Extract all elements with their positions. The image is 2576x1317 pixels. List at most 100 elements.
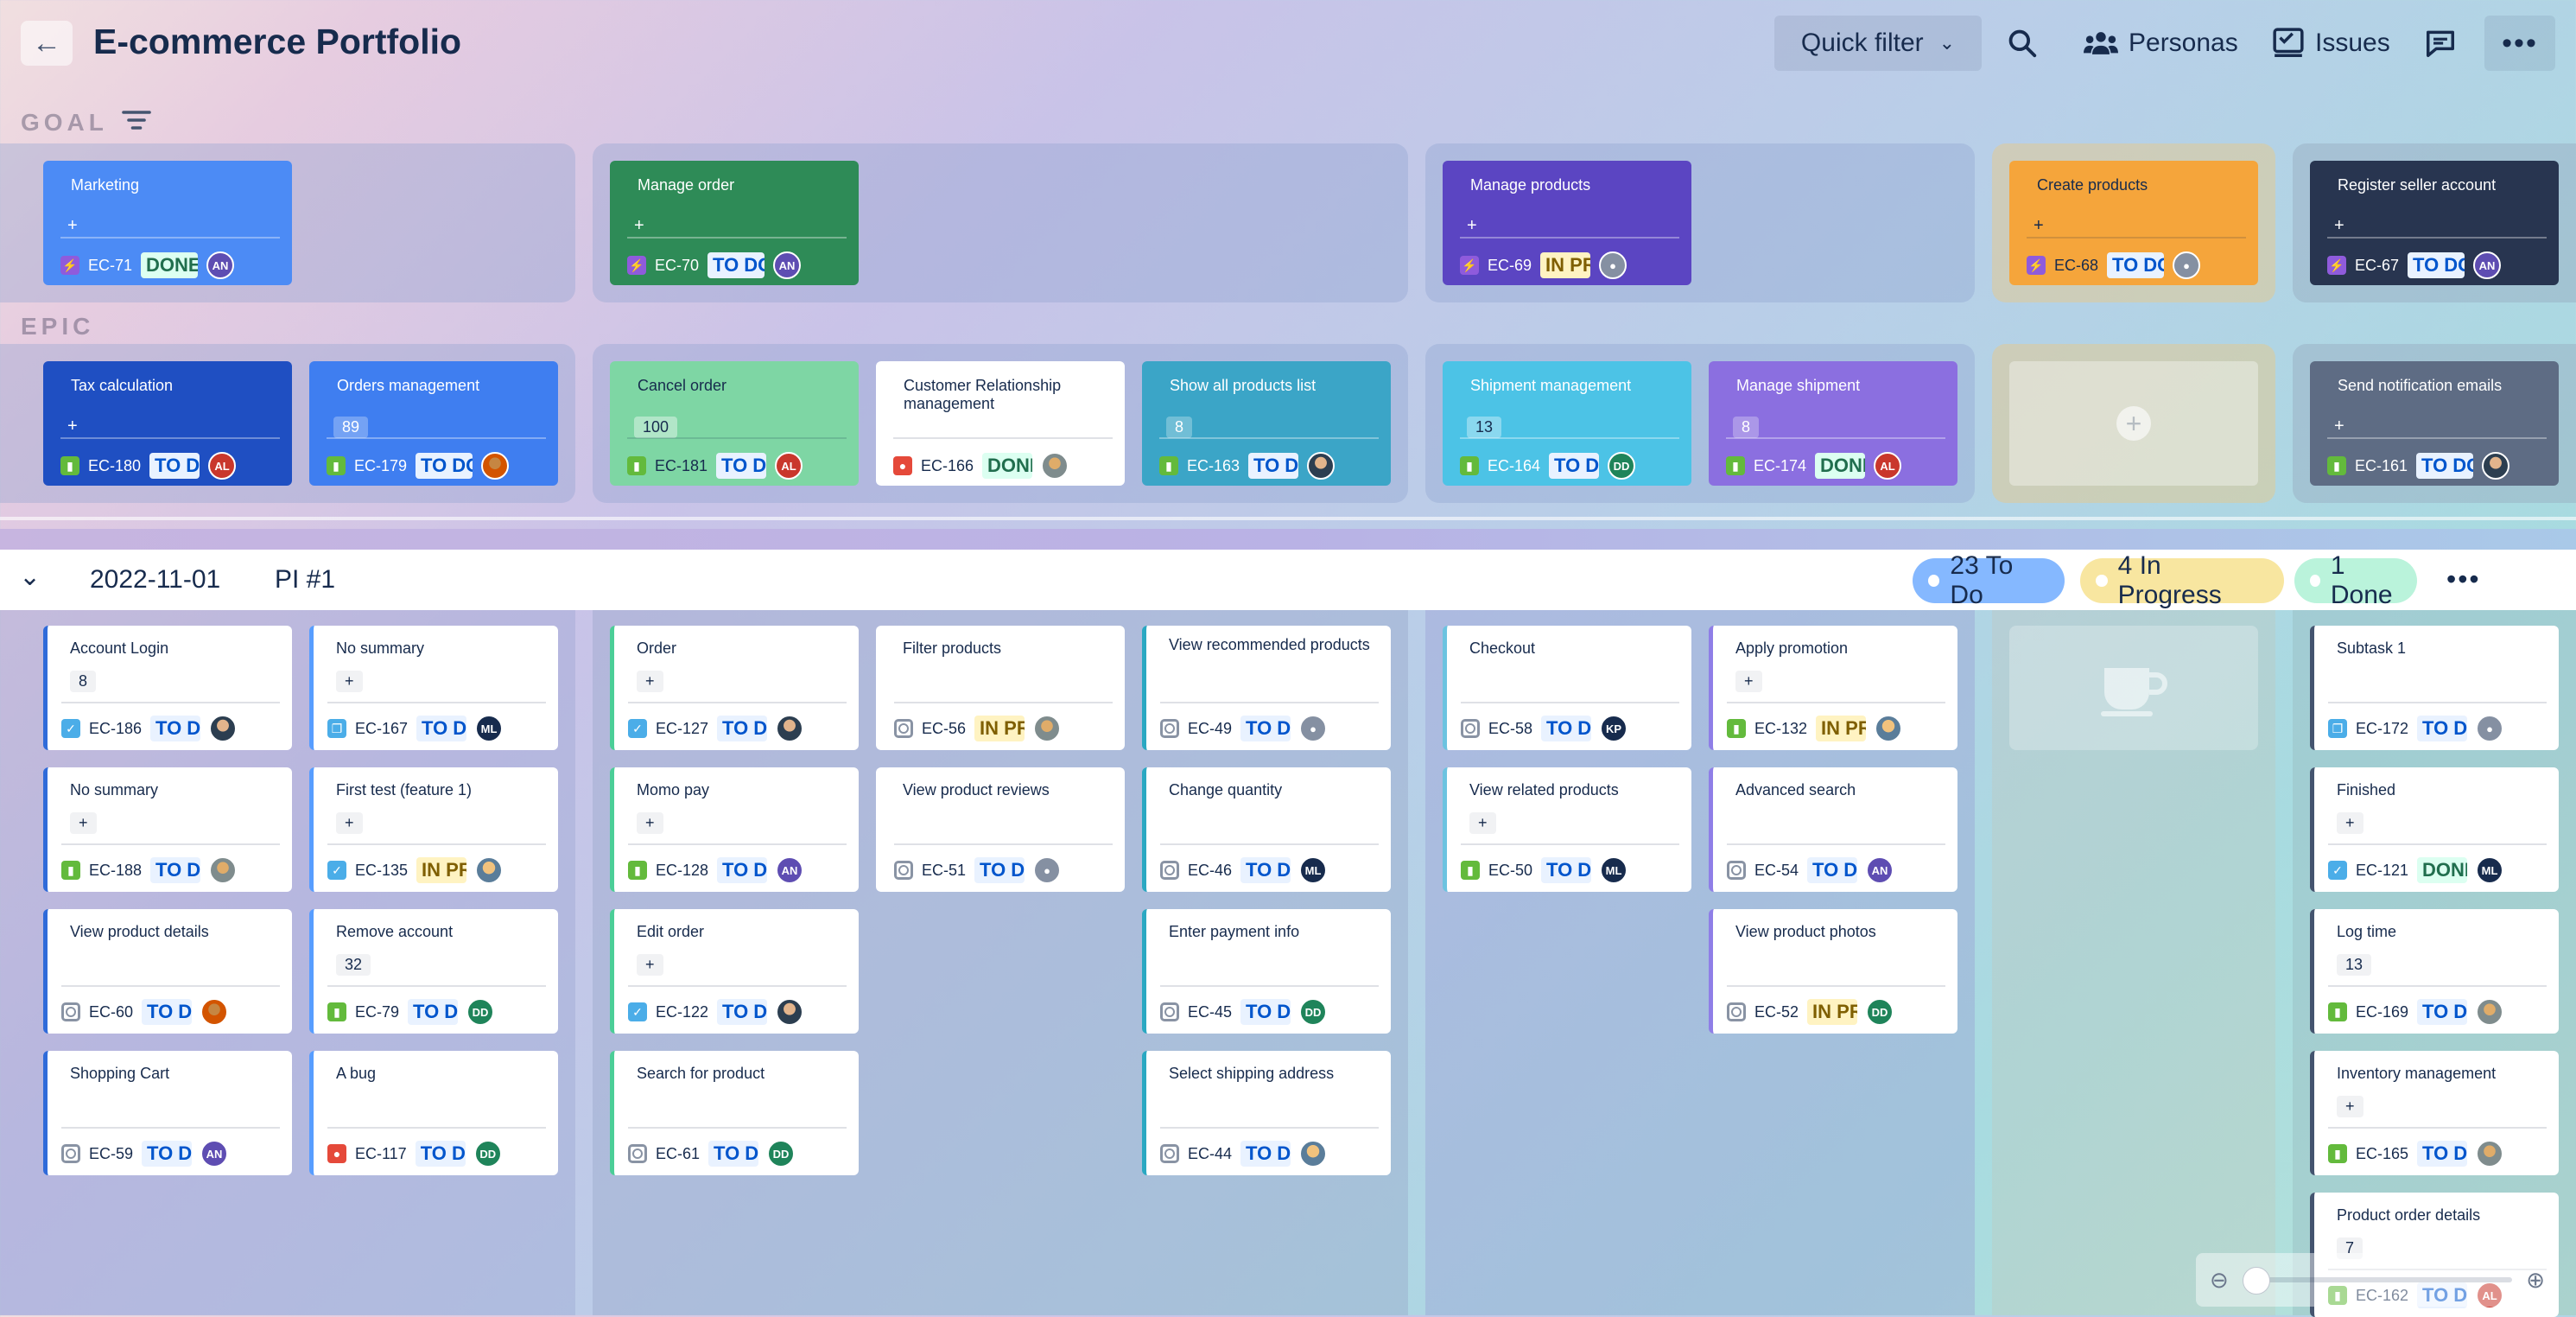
more-button[interactable]: •••: [2484, 16, 2555, 71]
issue-card[interactable]: Momo pay + ▮ EC-128 TO DO AN: [610, 767, 859, 892]
add-icon[interactable]: +: [637, 671, 663, 692]
status-lozenge: TO DO: [1541, 857, 1592, 883]
issue-card[interactable]: Search for product EC-61 TO DO DD: [610, 1051, 859, 1175]
epic-tile[interactable]: Manage shipment 8 ▮ EC-174 DONE AL: [1709, 361, 1957, 486]
issue-title: View product details: [70, 923, 209, 940]
divider: [60, 237, 280, 239]
issue-title: Order: [637, 639, 677, 657]
search-button[interactable]: [2006, 16, 2039, 71]
coffee-cup-icon: [2101, 668, 2167, 716]
todo-count-pill[interactable]: 23 To Do: [1913, 551, 2065, 609]
issue-card[interactable]: Log time 13 ▮ EC-169 TO DO: [2310, 909, 2559, 1034]
feedback-button[interactable]: [2424, 16, 2457, 71]
issue-card[interactable]: Filter products EC-56 IN PROGRESS: [876, 626, 1125, 750]
add-icon[interactable]: +: [637, 954, 663, 976]
pi-more-icon[interactable]: •••: [2446, 563, 2481, 595]
personas-button[interactable]: Personas: [2084, 16, 2238, 71]
epic-tile[interactable]: Shipment management 13 ▮ EC-164 TO DO DD: [1443, 361, 1691, 486]
status-lozenge: TO DO: [2107, 252, 2165, 278]
issue-card[interactable]: Checkout EC-58 TO DO KP: [1443, 626, 1691, 750]
back-button[interactable]: ←: [21, 21, 73, 66]
avatar: [1307, 452, 1336, 480]
goal-tile[interactable]: Register seller account + ⚡ EC-67 TO DO AN: [2310, 161, 2559, 285]
add-icon[interactable]: +: [1735, 671, 1762, 692]
add-icon[interactable]: +: [336, 812, 363, 834]
issue-card[interactable]: View related products + ▮ EC-50 TO DO ML: [1443, 767, 1691, 892]
avatar: [1033, 715, 1062, 742]
issue-card[interactable]: Order + ✓ EC-127 TO DO: [610, 626, 859, 750]
drag-band[interactable]: [0, 529, 2576, 550]
task-icon: ✓: [2328, 861, 2347, 880]
avatar: [481, 452, 510, 480]
goal-tile[interactable]: Manage products + ⚡ EC-69 IN PROGRESS ●: [1443, 161, 1691, 285]
unknown-type-icon: [1160, 1144, 1179, 1163]
goal-tile[interactable]: Create products + ⚡ EC-68 TO DO ●: [2009, 161, 2258, 285]
add-icon[interactable]: +: [2034, 216, 2044, 236]
epic-tile[interactable]: Tax calculation + ▮ EC-180 TO DO AL: [43, 361, 292, 486]
add-icon[interactable]: +: [1467, 216, 1477, 236]
add-icon[interactable]: +: [2334, 216, 2344, 236]
avatar: [209, 715, 238, 742]
issue-card[interactable]: Subtask 1 ❐ EC-172 TO DO ●: [2310, 626, 2559, 750]
goal-tile[interactable]: Manage order + ⚡ EC-70 TO DO AN: [610, 161, 859, 285]
epic-tile[interactable]: Show all products list 8 ▮ EC-163 TO DO: [1142, 361, 1391, 486]
epic-tile[interactable]: Cancel order 100 ▮ EC-181 TO DO AL: [610, 361, 859, 486]
issue-card[interactable]: Select shipping address EC-44 TO DO: [1142, 1051, 1391, 1175]
issue-card[interactable]: Account Login 8 ✓ EC-186 TO DO: [43, 626, 292, 750]
divider: [627, 437, 847, 439]
zoom-slider-thumb[interactable]: [2242, 1267, 2270, 1295]
issue-card[interactable]: A bug ● EC-117 TO DO DD: [309, 1051, 558, 1175]
add-icon[interactable]: +: [336, 671, 363, 692]
issue-card[interactable]: Advanced search EC-54 TO DO AN: [1709, 767, 1957, 892]
filter-icon[interactable]: [121, 107, 152, 137]
epic-tile[interactable]: Customer Relationship management ● EC-166…: [876, 361, 1125, 486]
issue-card[interactable]: View product details EC-60 TO DO: [43, 909, 292, 1034]
issue-card[interactable]: Enter payment info EC-45 TO DO DD: [1142, 909, 1391, 1034]
add-icon[interactable]: +: [67, 216, 78, 236]
divider: [1160, 1127, 1379, 1129]
status-lozenge: TO DO: [717, 716, 768, 741]
issues-button[interactable]: Issues: [2272, 16, 2390, 71]
issue-card[interactable]: Shopping Cart EC-59 TO DO AN: [43, 1051, 292, 1175]
add-icon[interactable]: +: [2334, 417, 2344, 436]
zoom-in-icon[interactable]: ⊕: [2526, 1267, 2545, 1294]
avatar: ML: [1299, 856, 1328, 884]
issue-card[interactable]: Inventory management + ▮ EC-165 TO DO: [2310, 1051, 2559, 1175]
issue-card[interactable]: View product reviews EC-51 TO DO ●: [876, 767, 1125, 892]
issue-card[interactable]: View recommended products EC-49 TO DO ●: [1142, 626, 1391, 750]
issue-card[interactable]: No summary + ▮ EC-188 TO DO: [43, 767, 292, 892]
epic-tile[interactable]: Send notification emails + ▮ EC-161 TO DO: [2310, 361, 2559, 486]
issue-card[interactable]: Remove account 32 ▮ EC-79 TO DO DD: [309, 909, 558, 1034]
in-progress-count-pill[interactable]: 4 In Progress: [2080, 551, 2284, 609]
collapse-chevron-icon[interactable]: ⌄: [19, 562, 41, 592]
add-icon[interactable]: +: [67, 417, 78, 436]
story-icon: ▮: [61, 861, 80, 880]
epic-title: Shipment management: [1470, 377, 1632, 394]
issue-card[interactable]: No summary + ❐ EC-167 TO DO ML: [309, 626, 558, 750]
issue-title: Account Login: [70, 639, 169, 657]
task-icon: ✓: [327, 861, 346, 880]
add-icon[interactable]: +: [2337, 812, 2363, 834]
epic-tile[interactable]: Orders management 89 ▮ EC-179 TO DO: [309, 361, 558, 486]
issue-card[interactable]: Apply promotion + ▮ EC-132 IN PROGRESS: [1709, 626, 1957, 750]
status-lozenge: IN PROGRESS: [1816, 716, 1867, 741]
issue-card[interactable]: Change quantity EC-46 TO DO ML: [1142, 767, 1391, 892]
add-epic-slot[interactable]: +: [2009, 361, 2258, 486]
add-icon[interactable]: +: [1469, 812, 1496, 834]
add-icon[interactable]: +: [637, 812, 663, 834]
divider: [2327, 237, 2547, 239]
zoom-out-icon[interactable]: ⊖: [2210, 1267, 2229, 1294]
divider: [1727, 702, 1945, 703]
add-icon[interactable]: +: [2337, 1096, 2363, 1117]
issue-card[interactable]: First test (feature 1) + ✓ EC-135 IN PROGR…: [309, 767, 558, 892]
issue-key: EC-169: [2356, 1002, 2409, 1021]
add-icon[interactable]: +: [70, 812, 97, 834]
issue-card[interactable]: Finished + ✓ EC-121 DONE ML: [2310, 767, 2559, 892]
issue-card[interactable]: View product photos EC-52 IN PROGRESS DD: [1709, 909, 1957, 1034]
zoom-slider[interactable]: [2242, 1267, 2513, 1295]
done-count-pill[interactable]: 1 Done: [2294, 551, 2417, 609]
issue-card[interactable]: Edit order + ✓ EC-122 TO DO: [610, 909, 859, 1034]
goal-tile[interactable]: Marketing + ⚡ EC-71 DONE AN: [43, 161, 292, 285]
quick-filter-button[interactable]: Quick filter ⌄: [1774, 16, 1982, 71]
add-icon[interactable]: +: [634, 216, 644, 236]
